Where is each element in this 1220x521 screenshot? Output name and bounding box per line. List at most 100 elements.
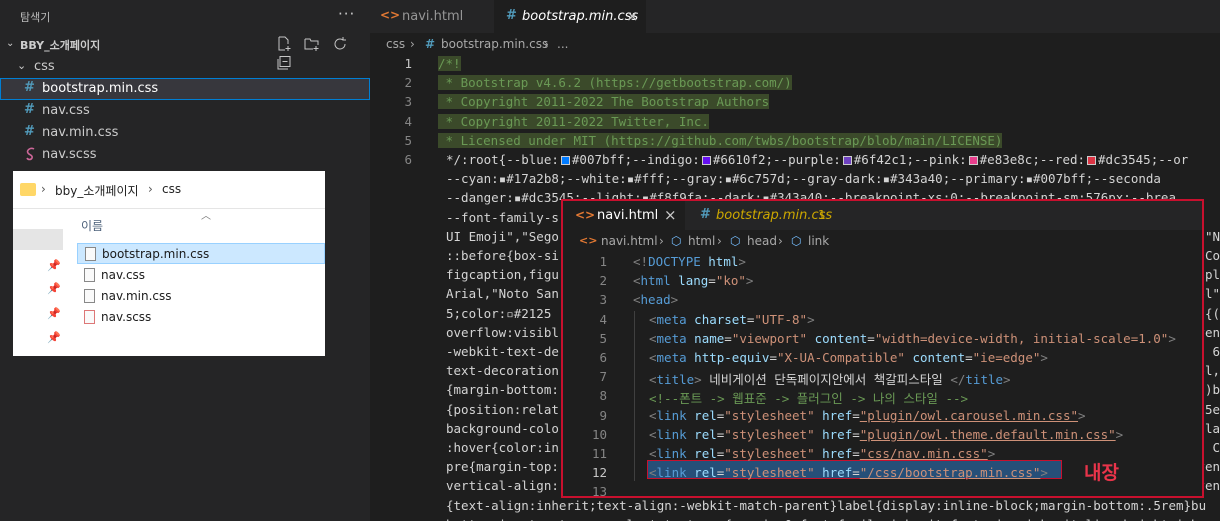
line-number: 2 — [404, 75, 412, 91]
explorer-file-row[interactable]: nav.css — [77, 265, 325, 286]
line-number: 4 — [404, 113, 412, 129]
breadcrumb-part[interactable]: html — [688, 234, 715, 248]
tab-label: navi.html — [402, 9, 464, 24]
line-number: 1 — [404, 56, 412, 71]
color-swatch[interactable] — [1087, 156, 1097, 165]
sass-icon — [25, 147, 37, 164]
breadcrumb-separator: › — [410, 37, 415, 51]
windows-explorer-window: › bby_소개페이지 › css 📌 📌 📌 📌 ︿ 이름 bootstrap… — [13, 171, 325, 356]
code-line-wrapped: {text-align:inherit;text-align:-webkit-m… — [446, 497, 1207, 513]
breadcrumb-more[interactable]: ... — [557, 37, 568, 51]
tab-bootstrap-min-css[interactable]: # bootstrap.min.css × — [494, 0, 646, 33]
html-file-icon: <> — [380, 8, 401, 22]
code-line-wrapped: text-decoration — [446, 363, 559, 379]
tab-label: navi.html — [597, 208, 659, 223]
column-header-name[interactable]: 이름 — [81, 217, 103, 234]
popup-tab-bar: <> navi.html × # bootstrap.min.css 1 — [563, 201, 1202, 230]
code-line: <link rel="stylesheet" href="plugin/owl.… — [649, 426, 1124, 442]
line-number: 5 — [404, 132, 412, 148]
line-number: 4 — [599, 311, 607, 327]
code-line-wrapped: -webkit-text-de — [446, 344, 559, 359]
code-line: <meta name="viewport" content="width=dev… — [649, 330, 1176, 346]
tree-file-nav-scss[interactable]: nav.scss — [0, 144, 370, 166]
chevron-right-icon: › — [41, 182, 46, 196]
address-part[interactable]: bby_소개페이지 — [55, 182, 139, 199]
line-number: 6 — [404, 152, 412, 167]
code-line-wrapped: --font-family-s — [446, 209, 559, 225]
breadcrumb-part[interactable]: navi.html — [601, 234, 658, 248]
line-number: 8 — [599, 388, 607, 404]
tree-file-nav-min-css[interactable]: # nav.min.css — [0, 122, 370, 144]
code-line: <head> — [633, 292, 679, 308]
code-line-wrapped: {margin-bottom: — [446, 382, 559, 398]
html-file-icon: <> — [575, 208, 596, 222]
explorer-file-row[interactable]: bootstrap.min.css — [77, 243, 325, 264]
refresh-icon[interactable] — [332, 36, 348, 52]
tab-navi-html[interactable]: <> navi.html — [370, 0, 494, 33]
sidebar-title: 탐색기 — [20, 11, 51, 24]
breadcrumb-separator: › — [544, 37, 549, 51]
line-number: 3 — [404, 94, 412, 110]
workspace-folder[interactable]: ⌄ BBY_소개페이지 — [0, 34, 370, 70]
tree-file-bootstrap-min-css[interactable]: # bootstrap.min.css — [0, 78, 370, 100]
popup-tab-navi-html[interactable]: <> navi.html × — [563, 201, 685, 230]
problem-count-badge: 1 — [818, 208, 826, 222]
nav-pane-selected[interactable] — [13, 229, 63, 250]
explorer-file-label: nav.min.css — [101, 289, 172, 303]
more-actions-icon[interactable]: ··· — [338, 5, 355, 23]
new-file-icon[interactable] — [276, 36, 292, 52]
address-bar[interactable]: › bby_소개페이지 › css — [13, 171, 325, 209]
code-line: <link rel="stylesheet" href="plugin/owl.… — [649, 407, 1086, 423]
code-line: <title> 네비게이션 단독페이지안에서 책갈피스타일 </title> — [649, 372, 1011, 388]
code-line-wrapped: --cyan:▪#17a2b8;--white:▪#fff;--gray:▪#6… — [446, 171, 1161, 187]
css-file-icon: # — [700, 207, 711, 222]
indent-guide — [634, 311, 635, 481]
close-icon[interactable]: × — [626, 7, 639, 25]
tab-label: bootstrap.min.css — [716, 208, 833, 223]
color-swatch[interactable] — [560, 156, 570, 165]
element-icon: ⬡ — [730, 234, 741, 248]
css-file-icon: # — [24, 102, 35, 117]
line-number: 5 — [599, 330, 607, 346]
address-part[interactable]: css — [162, 182, 181, 196]
color-swatch[interactable] — [842, 156, 852, 165]
explorer-file-row[interactable]: nav.min.css — [77, 286, 325, 307]
workspace-folder-name: BBY_소개페이지 — [20, 39, 101, 52]
editor-tab-bar: <> navi.html # bootstrap.min.css × — [370, 0, 1220, 33]
tree-file-label: nav.css — [42, 103, 90, 118]
code-line: <link rel="stylesheet" href="css/nav.min… — [649, 446, 996, 461]
new-folder-icon[interactable] — [304, 36, 320, 52]
code-line: <!DOCTYPE html> — [633, 254, 746, 269]
css-file-icon — [84, 268, 95, 282]
line-number: 12 — [591, 465, 607, 481]
tree-folder-css[interactable]: ⌄ css — [0, 56, 370, 78]
scss-file-icon — [84, 310, 95, 324]
line-number: 11 — [591, 446, 607, 461]
code-line-overflow: C — [1212, 440, 1220, 455]
code-line-wrapped: {position:relat — [446, 401, 559, 417]
breadcrumb-folder[interactable]: css — [386, 37, 405, 51]
popup-tab-bootstrap-min-css[interactable]: # bootstrap.min.css 1 — [685, 201, 850, 230]
code-line-wrapped: button,input,optgroup,select,textarea{ma… — [446, 517, 1199, 521]
css-file-icon: # — [506, 8, 517, 23]
breadcrumb-part[interactable]: link — [808, 234, 829, 248]
code-line-wrapped: ::before{box-si — [446, 248, 559, 263]
color-swatch[interactable] — [701, 156, 711, 165]
breadcrumb-part[interactable]: head — [747, 234, 777, 248]
code-line-wrapped: figcaption,figu — [446, 267, 559, 283]
explorer-file-label: nav.css — [101, 268, 146, 282]
code-line: * Copyright 2011-2022 Twitter, Inc. — [438, 113, 709, 129]
code-line: <meta http-equiv="X-UA-Compatible" conte… — [649, 350, 1048, 365]
css-file-icon: # — [24, 80, 35, 95]
explorer-file-row[interactable]: nav.scss — [77, 307, 325, 328]
code-line-wrapped: Arial,"Noto San — [446, 286, 559, 302]
code-line-overflow: 5e — [1204, 401, 1220, 417]
tree-file-nav-css[interactable]: # nav.css — [0, 100, 370, 122]
breadcrumb-file[interactable]: bootstrap.min.css — [441, 37, 548, 51]
chevron-right-icon: › — [778, 234, 783, 248]
close-icon[interactable]: × — [664, 206, 677, 224]
color-swatch[interactable] — [968, 156, 978, 165]
popup-breadcrumb: <> navi.html › ⬡ html › ⬡ head › ⬡ link — [563, 230, 1202, 252]
code-line-wrapped: 5;color:▫#2125 — [446, 305, 552, 321]
pin-icon: 📌 — [47, 307, 61, 320]
